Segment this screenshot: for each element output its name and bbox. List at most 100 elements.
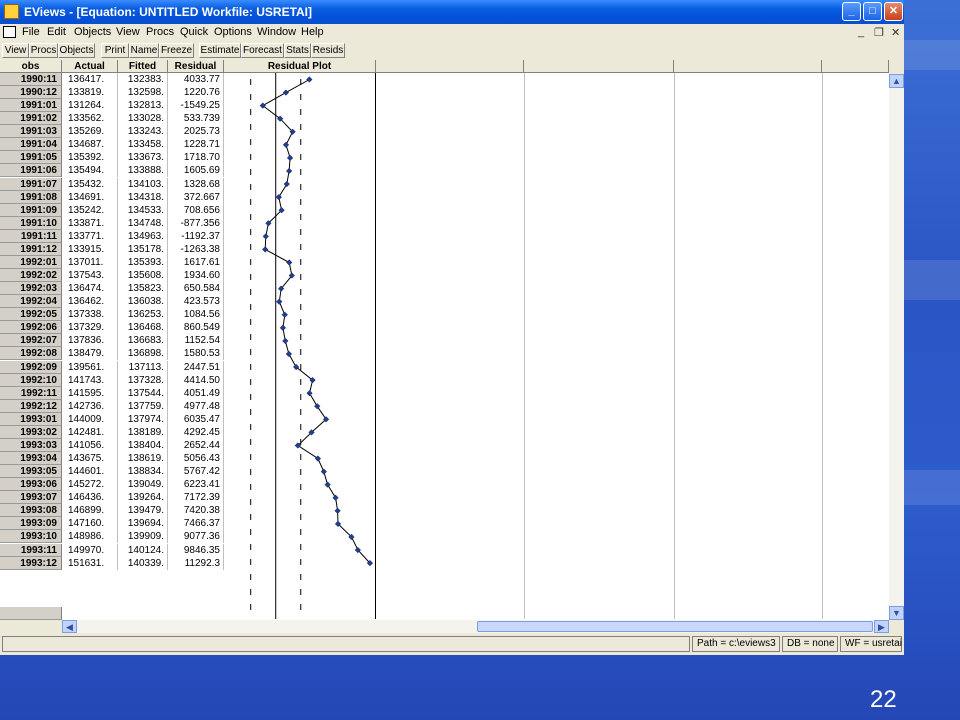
horizontal-scrollbar[interactable]: ◀ ▶ bbox=[62, 620, 889, 633]
fitted-cell[interactable]: 139694. bbox=[118, 517, 168, 531]
residual-cell[interactable]: 11292.3 bbox=[168, 556, 224, 570]
fitted-cell[interactable]: 133243. bbox=[118, 125, 168, 139]
actual-cell[interactable]: 144601. bbox=[62, 465, 118, 479]
menu-procs[interactable]: Procs bbox=[146, 26, 174, 38]
residual-cell[interactable]: 860.549 bbox=[168, 321, 224, 335]
residual-cell[interactable]: 6223.41 bbox=[168, 478, 224, 492]
obs-cell[interactable]: 1993:06 bbox=[0, 478, 62, 492]
obs-cell[interactable]: 1992:08 bbox=[0, 347, 62, 361]
obs-cell[interactable]: 1993:03 bbox=[0, 438, 62, 452]
fitted-cell[interactable]: 140339. bbox=[118, 556, 168, 570]
residual-cell[interactable]: 2025.73 bbox=[168, 125, 224, 139]
residual-cell[interactable]: 9846.35 bbox=[168, 543, 224, 557]
fitted-cell[interactable]: 132598. bbox=[118, 86, 168, 100]
fitted-cell[interactable]: 136683. bbox=[118, 334, 168, 348]
mdi-minimize-button[interactable]: _ bbox=[858, 26, 864, 38]
fitted-cell[interactable]: 138404. bbox=[118, 438, 168, 452]
menu-window[interactable]: Window bbox=[257, 26, 296, 38]
fitted-cell[interactable]: 135608. bbox=[118, 269, 168, 283]
fitted-cell[interactable]: 136253. bbox=[118, 308, 168, 322]
residual-cell[interactable]: 5056.43 bbox=[168, 452, 224, 466]
actual-cell[interactable]: 133871. bbox=[62, 216, 118, 230]
residual-cell[interactable]: 1152.54 bbox=[168, 334, 224, 348]
residual-cell[interactable]: 2652.44 bbox=[168, 438, 224, 452]
actual-cell[interactable]: 147160. bbox=[62, 517, 118, 531]
actual-cell[interactable]: 146436. bbox=[62, 491, 118, 505]
residual-cell[interactable]: -1549.25 bbox=[168, 99, 224, 113]
actual-cell[interactable]: 136417. bbox=[62, 73, 118, 86]
residual-cell[interactable]: 1228.71 bbox=[168, 138, 224, 152]
actual-cell[interactable]: 141595. bbox=[62, 386, 118, 400]
obs-cell[interactable]: 1991:11 bbox=[0, 229, 62, 243]
actual-cell[interactable]: 135494. bbox=[62, 164, 118, 178]
actual-cell[interactable]: 133771. bbox=[62, 229, 118, 243]
residual-cell[interactable]: 4414.50 bbox=[168, 373, 224, 387]
fitted-cell[interactable]: 134103. bbox=[118, 177, 168, 191]
print-button[interactable]: Print bbox=[101, 43, 129, 58]
obs-cell[interactable]: 1991:03 bbox=[0, 125, 62, 139]
actual-cell[interactable]: 135392. bbox=[62, 151, 118, 165]
obs-cell[interactable]: 1991:08 bbox=[0, 190, 62, 204]
residual-cell[interactable]: 2447.51 bbox=[168, 360, 224, 374]
residual-cell[interactable]: 7466.37 bbox=[168, 517, 224, 531]
actual-cell[interactable]: 135242. bbox=[62, 203, 118, 217]
stats-button[interactable]: Stats bbox=[284, 43, 311, 58]
fitted-cell[interactable]: 139049. bbox=[118, 478, 168, 492]
fitted-cell[interactable]: 132813. bbox=[118, 99, 168, 113]
obs-cell[interactable]: 1993:07 bbox=[0, 491, 62, 505]
actual-cell[interactable]: 131264. bbox=[62, 99, 118, 113]
fitted-cell[interactable]: 134318. bbox=[118, 190, 168, 204]
obs-cell[interactable]: 1990:11 bbox=[0, 73, 62, 86]
resids-button[interactable]: Resids bbox=[311, 43, 345, 58]
fitted-cell[interactable]: 138189. bbox=[118, 425, 168, 439]
residual-cell[interactable]: 7420.38 bbox=[168, 504, 224, 518]
fitted-cell[interactable]: 136468. bbox=[118, 321, 168, 335]
actual-cell[interactable]: 136462. bbox=[62, 295, 118, 309]
horizontal-scroll-thumb[interactable] bbox=[477, 621, 873, 632]
actual-cell[interactable]: 137836. bbox=[62, 334, 118, 348]
actual-cell[interactable]: 133915. bbox=[62, 242, 118, 256]
residual-cell[interactable]: 1605.69 bbox=[168, 164, 224, 178]
scroll-left-arrow[interactable]: ◀ bbox=[62, 620, 77, 633]
obs-cell[interactable]: 1992:03 bbox=[0, 282, 62, 296]
fitted-cell[interactable]: 139479. bbox=[118, 504, 168, 518]
residual-cell[interactable]: 7172.39 bbox=[168, 491, 224, 505]
actual-cell[interactable]: 135432. bbox=[62, 177, 118, 191]
mdi-restore-button[interactable]: ❐ bbox=[874, 26, 884, 39]
actual-cell[interactable]: 138479. bbox=[62, 347, 118, 361]
residual-cell[interactable]: 4292.45 bbox=[168, 425, 224, 439]
fitted-cell[interactable]: 139264. bbox=[118, 491, 168, 505]
residual-cell[interactable]: 4051.49 bbox=[168, 386, 224, 400]
residual-cell[interactable]: 6035.47 bbox=[168, 412, 224, 426]
residual-cell[interactable]: 1328.68 bbox=[168, 177, 224, 191]
residual-cell[interactable]: 423.573 bbox=[168, 295, 224, 309]
obs-cell[interactable]: 1993:01 bbox=[0, 412, 62, 426]
actual-cell[interactable]: 143675. bbox=[62, 452, 118, 466]
fitted-cell[interactable]: 135823. bbox=[118, 282, 168, 296]
residual-cell[interactable]: 1580.53 bbox=[168, 347, 224, 361]
obs-cell[interactable]: 1991:04 bbox=[0, 138, 62, 152]
document-icon[interactable] bbox=[3, 26, 16, 38]
obs-cell[interactable]: 1991:06 bbox=[0, 164, 62, 178]
fitted-cell[interactable]: 132383. bbox=[118, 73, 168, 86]
actual-cell[interactable]: 137011. bbox=[62, 255, 118, 269]
obs-cell[interactable]: 1992:07 bbox=[0, 334, 62, 348]
menu-edit[interactable]: Edit bbox=[47, 26, 66, 38]
obs-cell[interactable]: 1993:02 bbox=[0, 425, 62, 439]
residual-cell[interactable]: -877.356 bbox=[168, 216, 224, 230]
menu-quick[interactable]: Quick bbox=[180, 26, 208, 38]
menu-help[interactable]: Help bbox=[301, 26, 324, 38]
menu-objects[interactable]: Objects bbox=[74, 26, 111, 38]
fitted-cell[interactable]: 137544. bbox=[118, 386, 168, 400]
residual-cell[interactable]: 1934.60 bbox=[168, 269, 224, 283]
fitted-cell[interactable]: 133673. bbox=[118, 151, 168, 165]
obs-cell[interactable]: 1992:11 bbox=[0, 386, 62, 400]
fitted-cell[interactable]: 137328. bbox=[118, 373, 168, 387]
residual-cell[interactable]: 708.656 bbox=[168, 203, 224, 217]
residual-cell[interactable]: 5767.42 bbox=[168, 465, 224, 479]
scroll-up-arrow[interactable]: ▲ bbox=[889, 74, 904, 88]
obs-cell[interactable]: 1992:01 bbox=[0, 255, 62, 269]
obs-cell[interactable]: 1993:05 bbox=[0, 465, 62, 479]
actual-cell[interactable]: 135269. bbox=[62, 125, 118, 139]
residual-cell[interactable]: 4977.48 bbox=[168, 399, 224, 413]
